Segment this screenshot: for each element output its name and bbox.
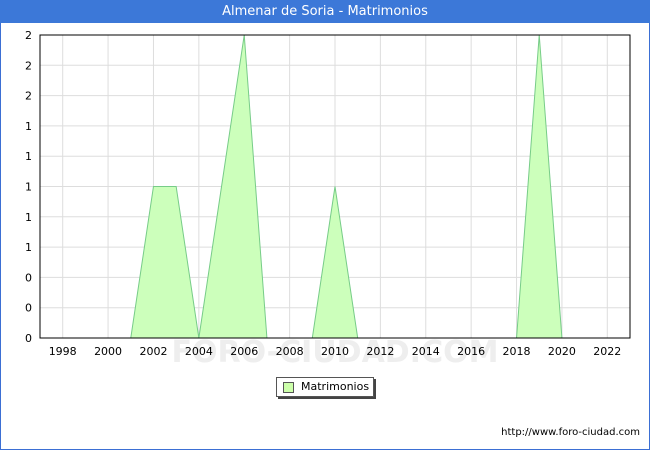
x-tick-label: 2006 bbox=[230, 345, 258, 358]
y-tick-label: 1 bbox=[25, 241, 32, 254]
y-tick-label: 1 bbox=[25, 211, 32, 224]
x-tick-label: 2016 bbox=[457, 345, 485, 358]
x-tick-label: 1998 bbox=[49, 345, 77, 358]
x-tick-label: 2010 bbox=[321, 345, 349, 358]
y-tick-label: 2 bbox=[25, 59, 32, 72]
x-tick-label: 2002 bbox=[139, 345, 167, 358]
x-tick-label: 2018 bbox=[503, 345, 531, 358]
y-tick-label: 1 bbox=[25, 120, 32, 133]
x-tick-label: 2000 bbox=[94, 345, 122, 358]
source-url: http://www.foro-ciudad.com bbox=[501, 427, 640, 438]
x-tick-label: 2014 bbox=[412, 345, 440, 358]
x-tick-label: 2022 bbox=[593, 345, 621, 358]
y-tick-label: 0 bbox=[25, 332, 32, 345]
x-tick-label: 2008 bbox=[276, 345, 304, 358]
y-tick-label: 0 bbox=[25, 271, 32, 284]
legend-label: Matrimonios bbox=[301, 380, 370, 393]
y-tick-label: 1 bbox=[25, 181, 32, 194]
y-tick-label: 2 bbox=[25, 29, 32, 42]
x-tick-label: 2020 bbox=[548, 345, 576, 358]
x-tick-label: 2004 bbox=[185, 345, 213, 358]
legend: Matrimonios bbox=[276, 377, 374, 397]
legend-swatch bbox=[283, 382, 294, 393]
y-tick-label: 0 bbox=[25, 302, 32, 315]
x-tick-label: 2012 bbox=[366, 345, 394, 358]
y-tick-label: 2 bbox=[25, 90, 32, 103]
y-tick-label: 1 bbox=[25, 150, 32, 163]
